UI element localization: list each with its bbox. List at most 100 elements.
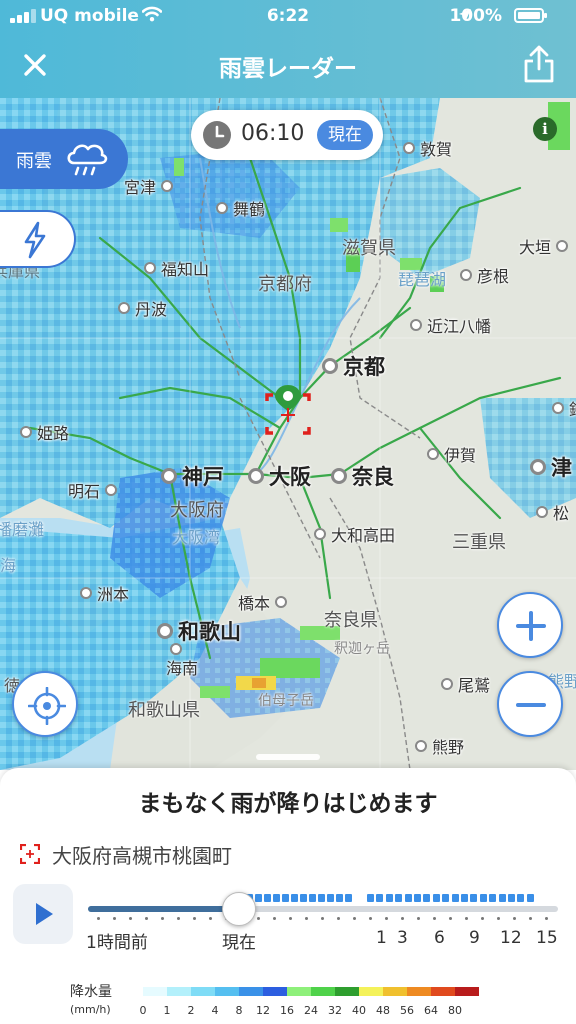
timeline-tick [257, 917, 260, 920]
prefecture-label: 和歌山県 [128, 700, 200, 721]
city-label: 福知山 [144, 256, 209, 280]
legend-swatch [263, 987, 287, 996]
city-label: 舞鶴 [216, 196, 265, 220]
legend-title: 降水量 [70, 984, 112, 1000]
rain-bar [423, 894, 431, 902]
crosshair-icon [28, 687, 66, 725]
timeline-tick [433, 917, 436, 920]
city-label: 大垣 [519, 234, 569, 258]
legend-value: 2 [187, 1004, 195, 1017]
rain-bar [327, 894, 334, 902]
lightning-layer-button[interactable] [0, 210, 76, 268]
battery-icon [514, 8, 547, 23]
info-icon[interactable]: i [533, 117, 557, 141]
timeline-slider-thumb[interactable] [222, 892, 256, 926]
city-label: 明石 [68, 478, 118, 502]
rain-cloud-icon [67, 144, 108, 176]
rain-bar [282, 894, 289, 902]
legend-swatch [383, 987, 407, 996]
timeline-tick [417, 917, 420, 920]
timeline-tick [289, 917, 292, 920]
timeline-label: 9 [469, 928, 480, 948]
timeline-tick [497, 917, 500, 920]
legend-value: 48 [376, 1004, 390, 1017]
rain-layer-button[interactable]: 雨雲 [0, 129, 128, 189]
timeline-tick [385, 917, 388, 920]
rain-bar [470, 894, 478, 902]
rain-bar [291, 894, 298, 902]
zoom-in-button[interactable] [497, 592, 563, 658]
legend-swatch [239, 987, 263, 996]
legend-value: 24 [304, 1004, 318, 1017]
timeline-tick [545, 917, 548, 920]
timeline-tick [401, 917, 404, 920]
forecast-sheet: まもなく雨が降りはじめます 大阪府高槻市桃園町 1時間前 現在 1 3 6 9 … [0, 768, 576, 1024]
rain-forecast-bars [246, 894, 536, 904]
bay-label: 大阪湾 [172, 528, 221, 547]
location-marker-icon[interactable] [263, 383, 313, 443]
rain-bar [300, 894, 307, 902]
current-location-button[interactable] [12, 671, 78, 737]
rain-bar [404, 894, 412, 902]
rain-bar [367, 894, 374, 902]
header-bar: UQ mobile 6:22 100% 雨雲レーダー [0, 0, 576, 98]
mountain-label: 伯母子岳 [258, 693, 314, 709]
legend-value: 12 [256, 1004, 270, 1017]
timeline-tick [529, 917, 532, 920]
timeline-label: 1時間前 [86, 933, 148, 953]
page-title: 雨雲レーダー [219, 56, 357, 82]
play-button[interactable] [13, 884, 73, 944]
timeline-slider[interactable] [88, 906, 558, 912]
clock-icon [203, 121, 231, 149]
rain-bar [451, 894, 459, 902]
timeline-tick [273, 917, 276, 920]
timeline-tick [369, 917, 372, 920]
sheet-drag-handle[interactable] [256, 754, 320, 760]
legend-value: 0 [139, 1004, 147, 1017]
prefecture-label: 三重県 [452, 532, 506, 553]
rain-bar [255, 894, 262, 902]
city-label: 津 [530, 452, 572, 482]
city-label: 近江八幡 [410, 313, 491, 337]
timeline-tick [337, 917, 340, 920]
share-icon[interactable] [522, 44, 556, 84]
rain-bar [318, 894, 325, 902]
legend-value: 1 [163, 1004, 171, 1017]
timeline-label: 現在 [222, 933, 256, 953]
city-label: 鈴 [552, 396, 576, 420]
legend-value: 4 [211, 1004, 219, 1017]
timeline-tick [353, 917, 356, 920]
rain-bar [517, 894, 525, 902]
forecast-headline: まもなく雨が降りはじめます [138, 791, 438, 817]
zoom-out-button[interactable] [497, 671, 563, 737]
time-indicator[interactable]: 06:10 現在 [191, 110, 383, 160]
timeline-ticks [97, 917, 557, 921]
timeline-tick [161, 917, 164, 920]
timeline-label: 12 [500, 928, 522, 948]
city-label: 大和高田 [314, 522, 395, 546]
legend-swatch [431, 987, 455, 996]
timeline-tick [129, 917, 132, 920]
rain-layer-label: 雨雲 [16, 151, 52, 172]
radar-map[interactable]: 滋賀県 京都府 大阪府 三重県 奈良県 和歌山県 兵庫県 琵琶湖 大阪湾 播磨灘… [0, 98, 576, 770]
timeline-label: 3 [397, 928, 408, 948]
legend-swatch [287, 987, 311, 996]
timeline-tick [465, 917, 468, 920]
rain-bar [461, 894, 468, 902]
city-label: 松 [536, 500, 569, 524]
legend-swatch [311, 987, 335, 996]
city-label: 熊野 [415, 734, 464, 758]
legend-swatch [215, 987, 239, 996]
city-label: 伊賀 [427, 442, 476, 466]
timeline-tick [193, 917, 196, 920]
timeline-tick [97, 917, 100, 920]
legend-value: 80 [448, 1004, 462, 1017]
city-label: 京都 [322, 351, 385, 381]
rain-bar [264, 894, 271, 902]
timeline-tick [513, 917, 516, 920]
legend-value: 8 [235, 1004, 243, 1017]
now-badge: 現在 [317, 120, 373, 150]
city-label: 敦賀 [403, 136, 452, 160]
city-label: 洲本 [80, 581, 129, 605]
rain-bar [526, 894, 534, 902]
